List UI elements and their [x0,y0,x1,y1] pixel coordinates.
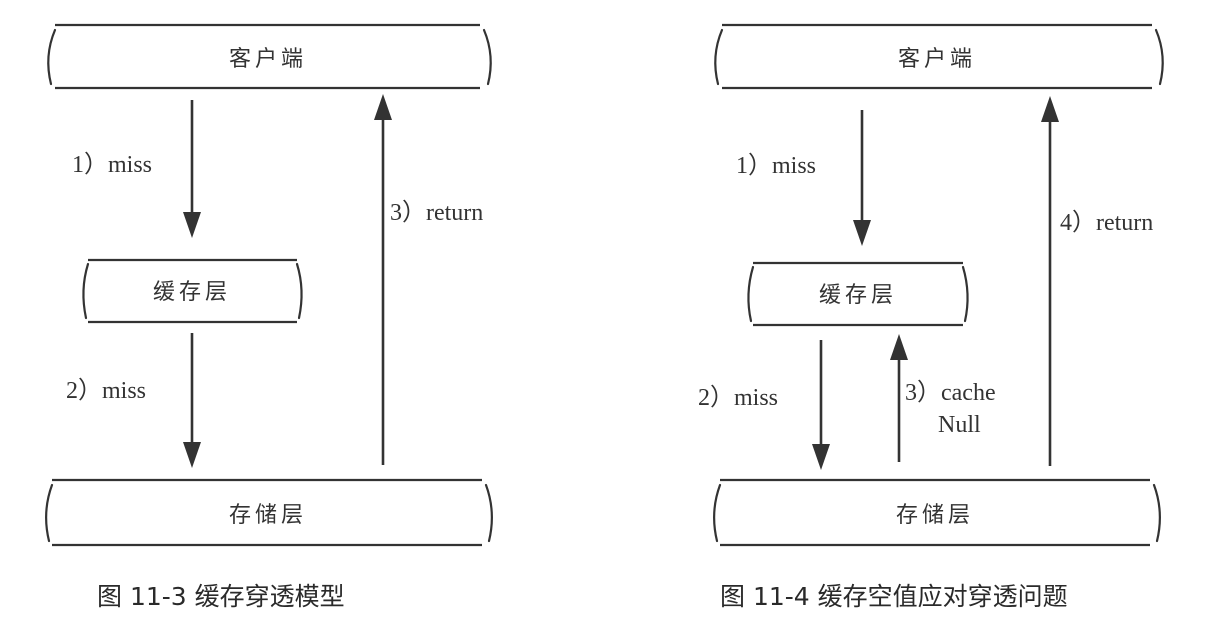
cache-label: 缓存层 [819,283,897,308]
edge-label-miss-1: 1）miss [736,153,816,179]
client-label: 客户端 [229,47,307,72]
edge-label-cache: 3）cache [905,380,996,406]
diagram-canvas: 客户端 缓存层 存储层 1）miss 2）miss 3）return 图 11-… [45,23,1164,611]
arrow-miss-1 [853,110,871,246]
cache-box: 缓存层 [747,261,969,327]
cache-label: 缓存层 [153,280,231,305]
edge-label-miss-2: 2）miss [698,385,778,411]
client-box: 客户端 [714,23,1164,90]
figure-caption-right: 图 11-4 缓存空值应对穿透问题 [720,582,1068,611]
edge-label-null: Null [938,412,981,438]
cache-box: 缓存层 [82,258,303,324]
arrow-miss-2 [183,333,201,468]
arrow-return [374,94,392,465]
figure-cache-penetration: 客户端 缓存层 存储层 1）miss 2）miss 3）return 图 11-… [45,23,493,611]
edge-label-return: 4）return [1060,210,1153,236]
figure-cache-null-value: 客户端 缓存层 存储层 1）miss 2）miss 3）cache Null 4… [698,23,1164,611]
storage-label: 存储层 [896,503,974,528]
figure-caption-left: 图 11-3 缓存穿透模型 [97,582,345,611]
arrow-miss-1 [183,100,201,238]
edge-label-miss-2: 2）miss [66,378,146,404]
client-box: 客户端 [47,23,492,90]
arrow-miss-2 [812,340,830,470]
storage-box: 存储层 [45,478,493,547]
storage-label: 存储层 [229,503,307,528]
edge-label-return: 3）return [390,200,483,226]
arrow-return [1041,96,1059,466]
client-label: 客户端 [898,47,976,72]
edge-label-miss-1: 1）miss [72,152,152,178]
storage-box: 存储层 [713,478,1161,547]
